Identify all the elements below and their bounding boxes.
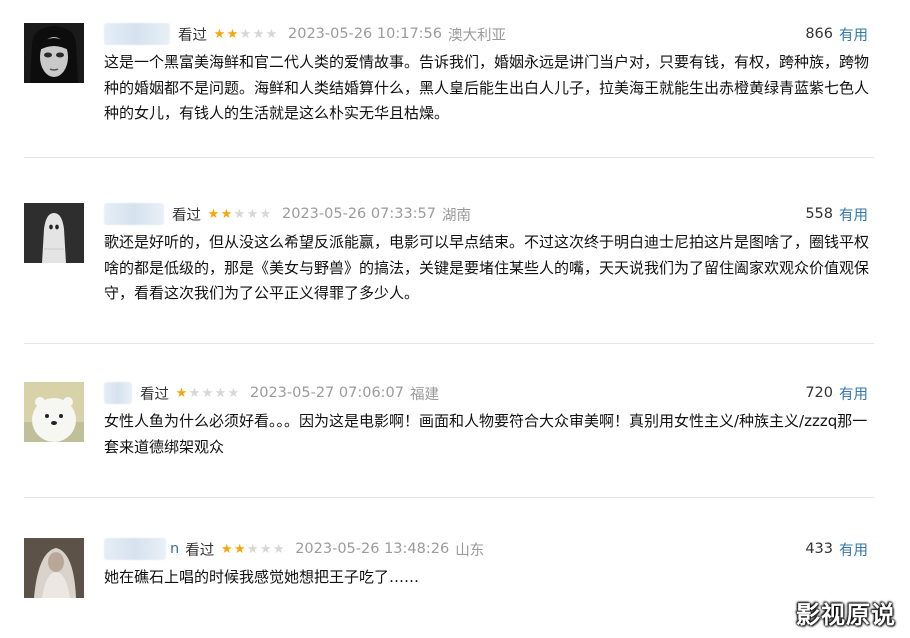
comment-location: 湖南 — [442, 207, 471, 224]
star-empty-icon: ★ — [188, 385, 201, 401]
comment-item: 看过 ★ ★ ★ ★ ★ 2023-05-26 07:33:57 湖南 558 有用 歌… — [0, 203, 910, 313]
divider — [24, 157, 874, 158]
star-filled-icon: ★ — [220, 206, 233, 222]
star-empty-icon: ★ — [233, 206, 246, 222]
comment-meta: 看过 ★ ★ ★ ★ ★ 2023-05-26 07:33:57 湖南 — [104, 203, 471, 225]
star-empty-icon: ★ — [259, 541, 272, 557]
comment-meta: 看过 ★ ★ ★ ★ ★ 2023-05-26 10:17:56 澳大利亚 — [104, 23, 506, 45]
username-blurred[interactable] — [104, 23, 170, 45]
rating-stars: ★ ★ ★ ★ ★ — [207, 208, 272, 221]
polar-bear-avatar[interactable] — [24, 382, 84, 442]
star-empty-icon: ★ — [227, 385, 240, 401]
veiled-figure-avatar[interactable] — [24, 538, 84, 598]
vote-area: 866 有用 — [805, 23, 868, 45]
comment-content: 歌还是好听的，但从没这么希望反派能赢，电影可以早点结束。不过这次终于明白迪士尼拍… — [104, 233, 870, 302]
vote-area: 720 有用 — [805, 382, 868, 404]
star-empty-icon: ★ — [252, 26, 265, 42]
divider — [24, 497, 874, 498]
star-filled-icon: ★ — [226, 26, 239, 42]
watched-label: 看过 — [185, 542, 215, 559]
comment-content: 她在礁石上唱的时候我感觉她想把王子吃了…… — [104, 568, 420, 586]
watched-label: 看过 — [140, 386, 169, 403]
star-empty-icon: ★ — [259, 206, 272, 222]
star-empty-icon: ★ — [265, 26, 278, 42]
useful-link[interactable]: 有用 — [839, 539, 868, 560]
useful-link[interactable]: 有用 — [839, 383, 868, 404]
username-tail[interactable]: n — [170, 541, 179, 557]
star-filled-icon: ★ — [233, 541, 246, 557]
comment-time: 2023-05-27 07:06:07 — [250, 385, 404, 401]
comment-time: 2023-05-26 10:17:56 — [288, 26, 442, 42]
star-empty-icon: ★ — [214, 385, 227, 401]
star-empty-icon: ★ — [239, 26, 252, 42]
watched-label: 看过 — [172, 207, 201, 224]
star-filled-icon: ★ — [175, 385, 188, 401]
watched-label: 看过 — [178, 27, 207, 44]
star-filled-icon: ★ — [207, 206, 220, 222]
star-filled-icon: ★ — [213, 26, 226, 42]
comment-time: 2023-05-26 13:48:26 — [295, 541, 450, 557]
username-blurred[interactable] — [104, 538, 166, 560]
comment-time: 2023-05-26 07:33:57 — [282, 206, 436, 222]
vote-count: 433 — [805, 541, 833, 557]
dark-haired-face-avatar[interactable] — [24, 23, 84, 83]
vote-area: 433 有用 — [805, 538, 868, 560]
vote-count: 720 — [805, 385, 833, 401]
vote-area: 558 有用 — [805, 203, 868, 225]
star-empty-icon: ★ — [272, 541, 285, 557]
comment-location: 山东 — [455, 542, 485, 559]
useful-link[interactable]: 有用 — [839, 24, 868, 45]
comment-meta: 看过 ★ ★ ★ ★ ★ 2023-05-27 07:06:07 福建 — [104, 382, 439, 404]
comment-location: 澳大利亚 — [448, 27, 506, 44]
comment-item: 看过 ★ ★ ★ ★ ★ 2023-05-27 07:06:07 福建 720 有用 女… — [0, 382, 910, 472]
comment-content: 女性人鱼为什么必须好看。。。因为这是电影啊！画面和人物要符合大众审美啊！真别用女… — [104, 412, 868, 456]
rating-stars: ★ ★ ★ ★ ★ — [213, 28, 278, 41]
username-blurred[interactable] — [104, 203, 164, 225]
useful-link[interactable]: 有用 — [839, 204, 868, 225]
vote-count: 866 — [805, 26, 833, 42]
comment-item: n 看过 ★ ★ ★ ★ ★ 2023-05-26 13:48:26 山东 433 有用… — [0, 538, 910, 598]
rating-stars: ★ ★ ★ ★ ★ — [175, 387, 240, 400]
username-blurred[interactable] — [104, 382, 132, 404]
star-empty-icon: ★ — [246, 541, 259, 557]
star-empty-icon: ★ — [201, 385, 214, 401]
comment-content: 这是一个黑富美海鲜和官二代人类的爱情故事。告诉我们，婚姻永远是讲门当户对，只要有… — [104, 53, 870, 122]
divider — [24, 343, 874, 344]
watermark-text: 影视原说 — [796, 601, 896, 629]
star-empty-icon: ★ — [246, 206, 259, 222]
rating-stars: ★ ★ ★ ★ ★ — [220, 543, 285, 556]
ghost-sheet-avatar[interactable] — [24, 203, 84, 263]
comment-location: 福建 — [410, 386, 439, 403]
comment-meta: n 看过 ★ ★ ★ ★ ★ 2023-05-26 13:48:26 山东 — [104, 538, 484, 560]
comment-item: 看过 ★ ★ ★ ★ ★ 2023-05-26 10:17:56 澳大利亚 866 有用… — [0, 23, 910, 133]
vote-count: 558 — [805, 206, 833, 222]
star-filled-icon: ★ — [220, 541, 233, 557]
